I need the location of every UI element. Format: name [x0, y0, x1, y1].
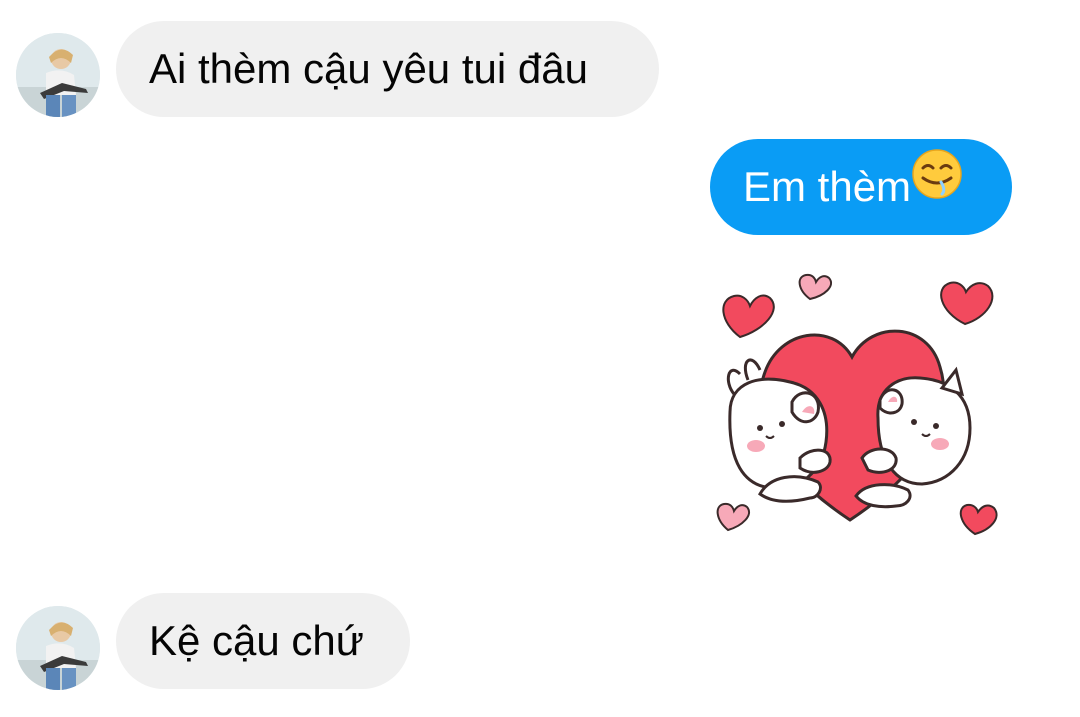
message-text: Kệ cậu chứ	[149, 617, 364, 664]
sender-avatar[interactable]	[16, 33, 100, 117]
message-bubble-incoming[interactable]: Ai thèm cậu yêu tui đâu	[116, 21, 659, 117]
message-text: Ai thèm cậu yêu tui đâu	[149, 45, 588, 92]
message-bubble-incoming[interactable]: Kệ cậu chứ	[116, 593, 410, 689]
drooling-face-emoji-icon	[911, 138, 963, 234]
message-bubble-outgoing[interactable]: Em thèm	[710, 139, 1012, 235]
sender-avatar[interactable]	[16, 606, 100, 690]
message-text: Em thèm	[743, 163, 912, 210]
bunnies-hugging-heart-sticker[interactable]	[700, 262, 1010, 552]
chat-thread: Ai thèm cậu yêu tui đâu Em thèm Kệ cậu c…	[0, 0, 1080, 717]
